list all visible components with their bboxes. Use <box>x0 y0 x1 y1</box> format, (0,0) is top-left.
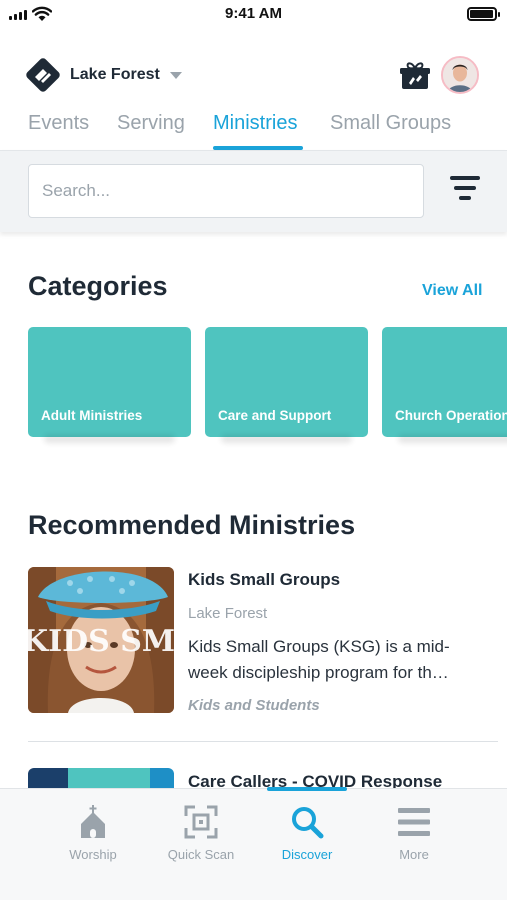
category-card-label: Adult Ministries <box>41 408 143 423</box>
category-card-church-operations[interactable]: Church Operations <box>382 327 507 443</box>
campus-selector[interactable]: Lake Forest <box>26 58 182 92</box>
nav-label: Discover <box>281 847 333 862</box>
nav-worship[interactable]: Worship <box>48 805 138 862</box>
gift-icon[interactable] <box>399 59 431 91</box>
ministry-thumbnail <box>28 768 174 790</box>
ministry-campus: Lake Forest <box>188 605 268 622</box>
filter-icon[interactable] <box>449 176 481 208</box>
search-bar <box>0 150 507 232</box>
nav-label: More <box>399 847 429 862</box>
chevron-down-icon <box>169 71 182 79</box>
card-shadow <box>44 435 175 443</box>
nav-label: Quick Scan <box>167 847 235 862</box>
church-logo-icon <box>26 58 60 92</box>
category-card-care-and-support[interactable]: Care and Support <box>205 327 368 443</box>
view-all-link[interactable]: View All <box>422 282 482 300</box>
nav-discover[interactable]: Discover <box>262 805 352 862</box>
tab-ministries[interactable]: Ministries <box>213 112 297 135</box>
bottom-navigation: Worship Quick Scan Discover More <box>0 787 507 900</box>
user-avatar[interactable] <box>441 56 479 94</box>
status-time: 9:41 AM <box>225 5 282 22</box>
avatar-portrait-icon <box>443 58 477 92</box>
thumbnail-overlay-text: KIDS SMAL <box>28 624 174 659</box>
tab-small-groups[interactable]: Small Groups <box>330 112 451 135</box>
nav-label: Worship <box>69 847 117 862</box>
active-nav-indicator <box>267 787 347 791</box>
ministry-card-care-callers[interactable]: Care Callers - COVID Response <box>28 768 498 790</box>
ministry-category: Kids and Students <box>188 697 320 714</box>
tab-events[interactable]: Events <box>28 112 89 135</box>
battery-icon <box>467 7 500 21</box>
status-bar: 9:41 AM <box>0 0 507 30</box>
menu-icon <box>398 808 430 836</box>
card-shadow <box>398 435 507 443</box>
qr-scan-icon <box>184 805 218 839</box>
ministry-title: Kids Small Groups <box>188 570 341 589</box>
search-icon <box>292 807 324 839</box>
category-card-label: Care and Support <box>218 408 332 423</box>
category-card-label: Church Operations <box>395 408 507 423</box>
ministry-description: Kids Small Groups (KSG) is a mid-week di… <box>188 637 450 682</box>
category-card-adult-ministries[interactable]: Adult Ministries <box>28 327 191 443</box>
search-input[interactable] <box>28 164 424 218</box>
tab-serving[interactable]: Serving <box>117 112 185 135</box>
kids-photo-image: KIDS SMAL <box>28 567 174 713</box>
ministry-thumbnail: KIDS SMAL <box>28 567 174 713</box>
church-icon <box>81 805 105 838</box>
app-header: Lake Forest <box>0 52 507 102</box>
nav-more[interactable]: More <box>369 805 459 862</box>
section-tabs: Events Serving Ministries Small Groups <box>0 108 507 150</box>
campus-name: Lake Forest <box>70 66 160 83</box>
ministry-card-kids-small-groups[interactable]: KIDS SMAL Kids Small Groups Lake Forest … <box>28 567 498 717</box>
card-shadow <box>221 435 352 443</box>
categories-heading: Categories <box>28 271 168 301</box>
list-divider <box>28 741 498 742</box>
nav-quick-scan[interactable]: Quick Scan <box>156 805 246 862</box>
category-carousel: Adult Ministries Care and Support Church… <box>28 327 507 457</box>
recommended-heading: Recommended Ministries <box>28 510 356 540</box>
